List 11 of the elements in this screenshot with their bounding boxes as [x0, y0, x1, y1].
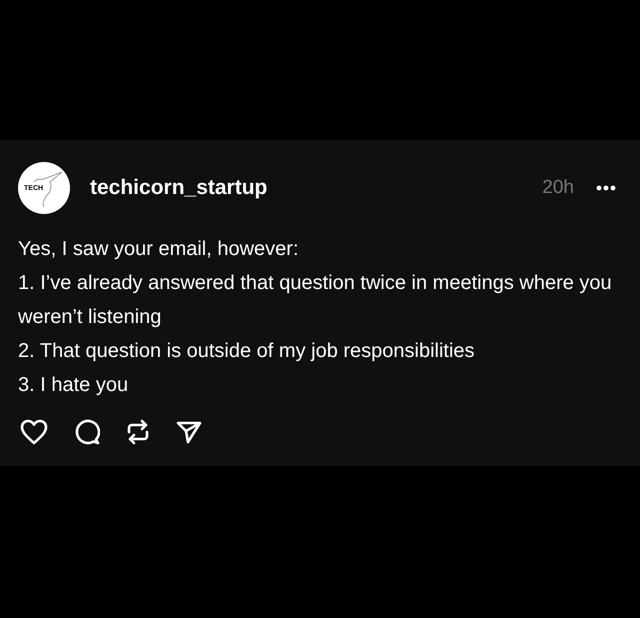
post-text-line: 1. I’ve already answered that question twice in meetings where you weren’t listening	[18, 271, 613, 330]
post-text-line: 2. That question is outside of my job responsibilities	[18, 339, 476, 364]
send-icon[interactable]	[176, 420, 202, 444]
repost-icon[interactable]	[126, 418, 150, 446]
post-text-line: Yes, I saw your email, however:	[18, 237, 300, 262]
username[interactable]: techicorn_startup	[90, 172, 268, 204]
speech-bubble-icon[interactable]	[74, 419, 100, 445]
post-text-line: 3. I hate you	[18, 373, 130, 398]
more-icon[interactable]	[596, 185, 616, 191]
post-time: 20h	[542, 176, 574, 200]
heart-icon[interactable]	[20, 419, 48, 445]
